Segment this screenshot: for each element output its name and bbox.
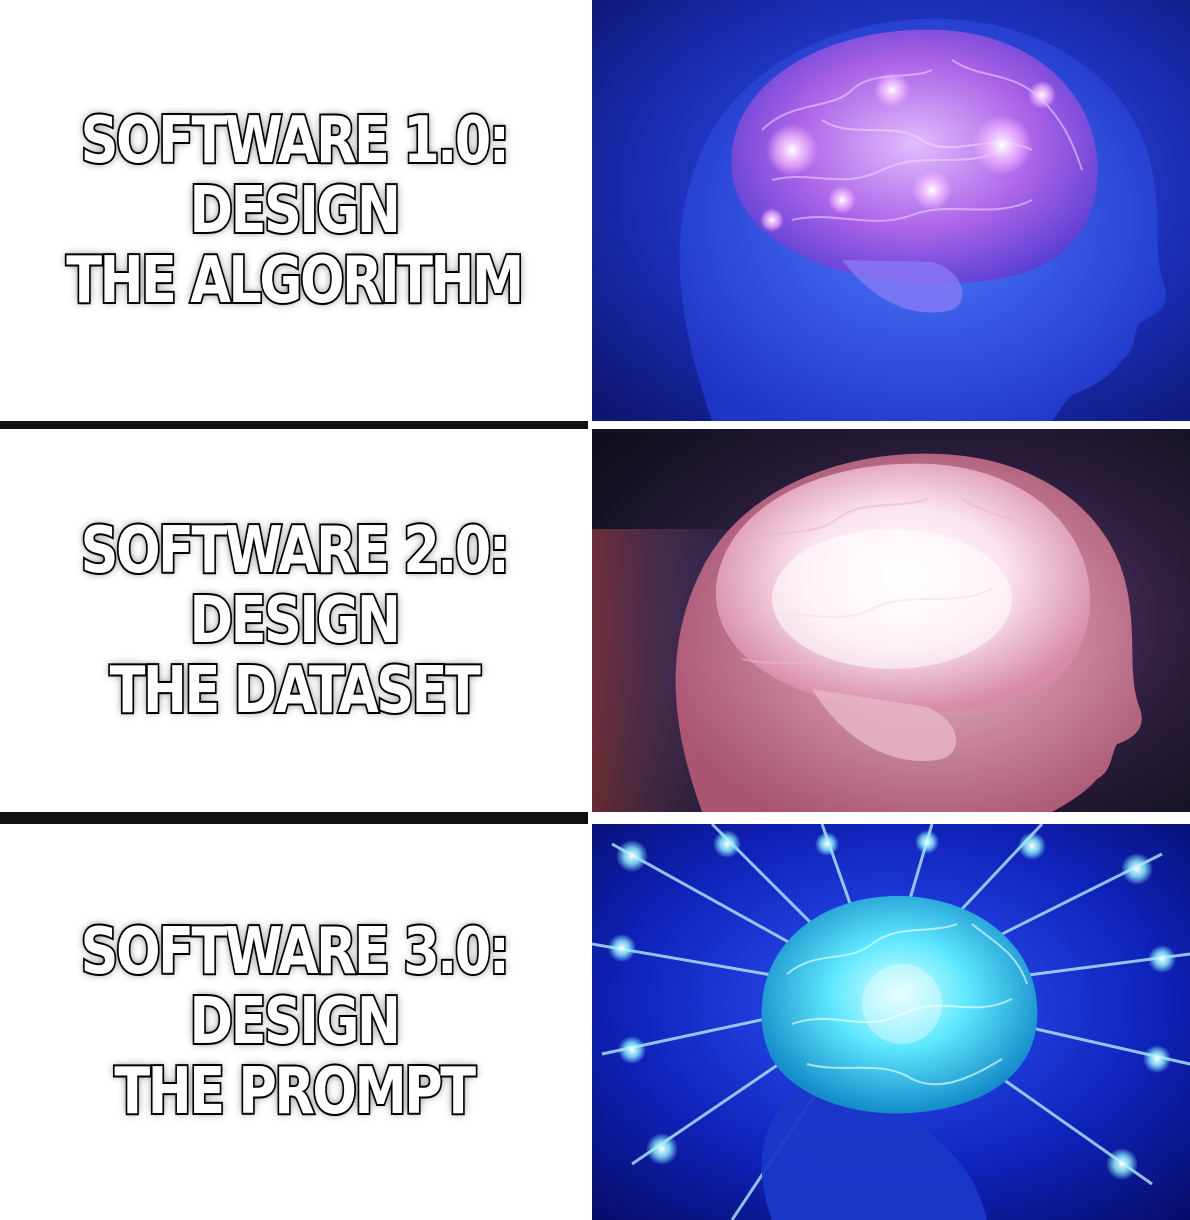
glowing-brain-white-image [592, 429, 1190, 812]
panel-divider-1 [0, 421, 588, 429]
panel-3-line-1: SOFTWARE 3.0: [79, 915, 511, 989]
panel-1-line-1: SOFTWARE 1.0: [79, 103, 511, 178]
panel-1-line-2: DESIGN [188, 173, 403, 248]
panel-3-caption: SOFTWARE 3.0: DESIGN THE PROMPT [56, 914, 532, 1130]
panel-1-caption-cell: SOFTWARE 1.0: DESIGN THE ALGORITHM [0, 0, 588, 421]
panel-divider-2 [0, 812, 588, 824]
brain-icon [592, 429, 1190, 812]
meme-panel-1: SOFTWARE 1.0: DESIGN THE ALGORITHM [0, 0, 1190, 421]
panel-1-line-3: THE ALGORITHM [65, 243, 526, 318]
meme-panel-2: SOFTWARE 2.0: DESIGN THE DATASET [0, 429, 1190, 812]
panel-3-caption-cell: SOFTWARE 3.0: DESIGN THE PROMPT [0, 824, 588, 1220]
panel-3-line-2: DESIGN [188, 985, 403, 1059]
panel-2-line-2: DESIGN [188, 583, 403, 658]
glowing-brain-blue-image [592, 0, 1190, 421]
panel-2-line-1: SOFTWARE 2.0: [79, 513, 511, 588]
brain-icon [592, 0, 1190, 421]
panel-2-caption: SOFTWARE 2.0: DESIGN THE DATASET [56, 513, 532, 729]
panel-1-caption: SOFTWARE 1.0: DESIGN THE ALGORITHM [56, 103, 532, 319]
panel-2-caption-cell: SOFTWARE 2.0: DESIGN THE DATASET [0, 429, 588, 812]
meme-panel-3: SOFTWARE 3.0: DESIGN THE PROMPT [0, 824, 1190, 1220]
panel-3-line-3: THE PROMPT [113, 1055, 478, 1129]
panel-2-line-3: THE DATASET [108, 653, 482, 728]
radiating-brain-cyan-image [592, 824, 1190, 1220]
expanding-brain-meme: SOFTWARE 1.0: DESIGN THE ALGORITHM SOFTW… [0, 0, 1190, 1220]
brain-icon [592, 824, 1190, 1220]
